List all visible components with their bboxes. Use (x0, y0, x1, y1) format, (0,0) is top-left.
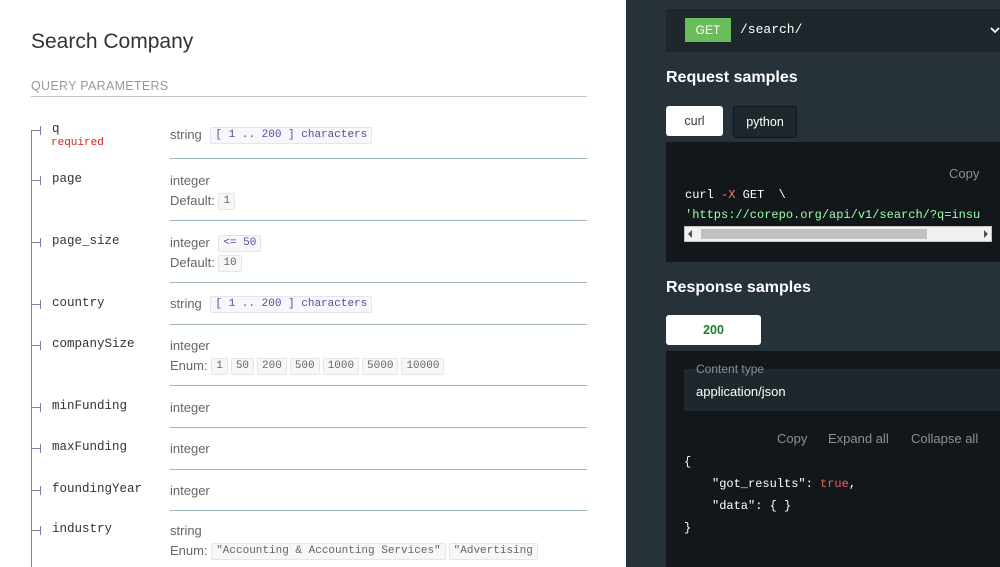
param-constraint: [ 1 .. 200 ] characters (210, 296, 373, 314)
param-name: country (52, 296, 105, 310)
divider (170, 220, 587, 221)
param-name: page_size (52, 234, 120, 248)
chevron-down-icon[interactable] (988, 23, 1000, 37)
param-type: integer (170, 441, 210, 456)
api-docs-right-panel: GET /search/ Request samples curl python… (626, 0, 1000, 567)
enum-value: 500 (289, 358, 320, 376)
content-type-value: application/json (696, 384, 786, 399)
divider (170, 385, 587, 386)
enum-value: 50 (230, 358, 255, 376)
enum-value: 10000 (401, 358, 445, 376)
enum-value: 5000 (362, 358, 399, 376)
json-line-got-results: "got_results": true, (712, 477, 857, 491)
param-name: industry (52, 522, 113, 536)
param-name: minFunding (52, 399, 128, 413)
param-type: integer (170, 483, 210, 498)
param-name: foundingYear (52, 482, 143, 496)
json-brace: { (684, 455, 692, 469)
default-value: 10 (218, 255, 242, 273)
param-name: companySize (52, 337, 135, 351)
default-value: 1 (218, 193, 236, 211)
scroll-left-arrow-icon[interactable] (688, 230, 692, 238)
param-constraint: <= 50 (218, 235, 262, 253)
param-type: string (170, 523, 202, 538)
content-type-label: Content type (696, 362, 765, 376)
copy-button[interactable]: Copy (777, 431, 807, 446)
json-collapsible-toggle[interactable]: { } (770, 499, 792, 513)
page-title: Search Company (31, 30, 194, 53)
horizontal-scrollbar[interactable] (684, 226, 992, 242)
param-type: integer (170, 235, 210, 250)
divider (170, 282, 587, 283)
enum-label: Enum: (170, 358, 208, 373)
query-parameters-heading: QUERY PARAMETERS (31, 79, 169, 93)
copy-button[interactable]: Copy (949, 166, 979, 181)
enum-value: 1000 (322, 358, 360, 376)
collapse-all-button[interactable]: Collapse all (911, 431, 978, 446)
endpoint-path: /search/ (740, 22, 803, 37)
enum-value: "Advertising (448, 543, 538, 561)
api-docs-left-panel: Search Company QUERY PARAMETERS q requir… (0, 0, 626, 567)
expand-all-button[interactable]: Expand all (828, 431, 889, 446)
param-type: string (170, 296, 202, 311)
request-samples-heading: Request samples (666, 69, 798, 86)
param-constraint: [ 1 .. 200 ] characters (210, 127, 373, 145)
enum-value: "Accounting & Accounting Services" (211, 543, 446, 561)
divider (170, 158, 587, 159)
tab-response-200[interactable]: 200 (666, 315, 761, 345)
enum-label: Enum: (170, 543, 208, 558)
enum-value: 200 (257, 358, 287, 376)
param-type: integer (170, 400, 210, 415)
divider (170, 427, 587, 428)
enum-value: 1 (211, 358, 228, 376)
scrollbar-thumb[interactable] (701, 229, 927, 239)
default-label: Default: (170, 193, 215, 208)
tab-curl[interactable]: curl (666, 106, 723, 136)
json-brace: } (684, 521, 692, 535)
param-type: integer (170, 173, 210, 188)
endpoint-selector[interactable]: GET /search/ (666, 9, 1000, 52)
param-name: q (52, 122, 60, 136)
http-method-badge: GET (685, 18, 731, 42)
scroll-right-arrow-icon[interactable] (984, 230, 988, 238)
divider (170, 469, 587, 470)
param-type: string (170, 127, 202, 142)
curl-line: curl -X GET \ (685, 188, 786, 202)
curl-url-line: 'https://corepo.org/api/v1/search/?q=ins… (685, 208, 981, 222)
json-line-data: "data": { } (712, 499, 792, 513)
param-name: maxFunding (52, 440, 128, 454)
param-name: page (52, 172, 83, 186)
param-tree-line (31, 130, 32, 567)
default-label: Default: (170, 255, 215, 270)
response-samples-heading: Response samples (666, 279, 811, 296)
divider (170, 510, 587, 511)
divider (31, 96, 587, 97)
tab-python[interactable]: python (733, 106, 797, 138)
request-code-block (666, 142, 1000, 262)
param-type: integer (170, 338, 210, 353)
divider (170, 324, 587, 325)
required-label: required (51, 137, 104, 149)
